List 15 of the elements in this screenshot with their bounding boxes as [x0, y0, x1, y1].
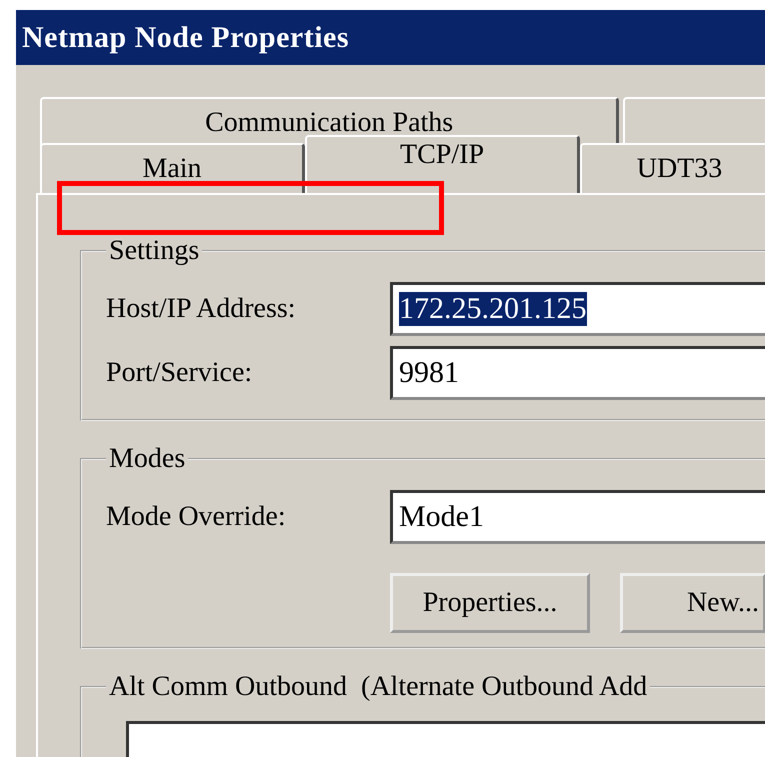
- tab[interactable]: TCP/IP: [305, 135, 580, 193]
- input-field[interactable]: 172.25.201.125: [390, 282, 765, 336]
- window-title: Netmap Node Properties: [22, 20, 350, 54]
- input-field[interactable]: 9981: [390, 346, 765, 400]
- group-title: Settings: [108, 235, 200, 267]
- tab[interactable]: Main: [40, 143, 305, 193]
- dialog-button[interactable]: New...: [620, 573, 765, 633]
- dialog-button[interactable]: Properties...: [390, 573, 590, 633]
- field-label: Host/IP Address:: [106, 293, 297, 325]
- group-title: Alt Comm Outbound (Alternate Outbound Add: [108, 671, 648, 703]
- group-title: Modes: [108, 443, 186, 475]
- field-label: Port/Service:: [106, 357, 254, 389]
- input-field[interactable]: Mode1: [390, 490, 765, 544]
- field-label: Mode Override:: [106, 501, 287, 533]
- tab[interactable]: UDT33: [580, 143, 765, 193]
